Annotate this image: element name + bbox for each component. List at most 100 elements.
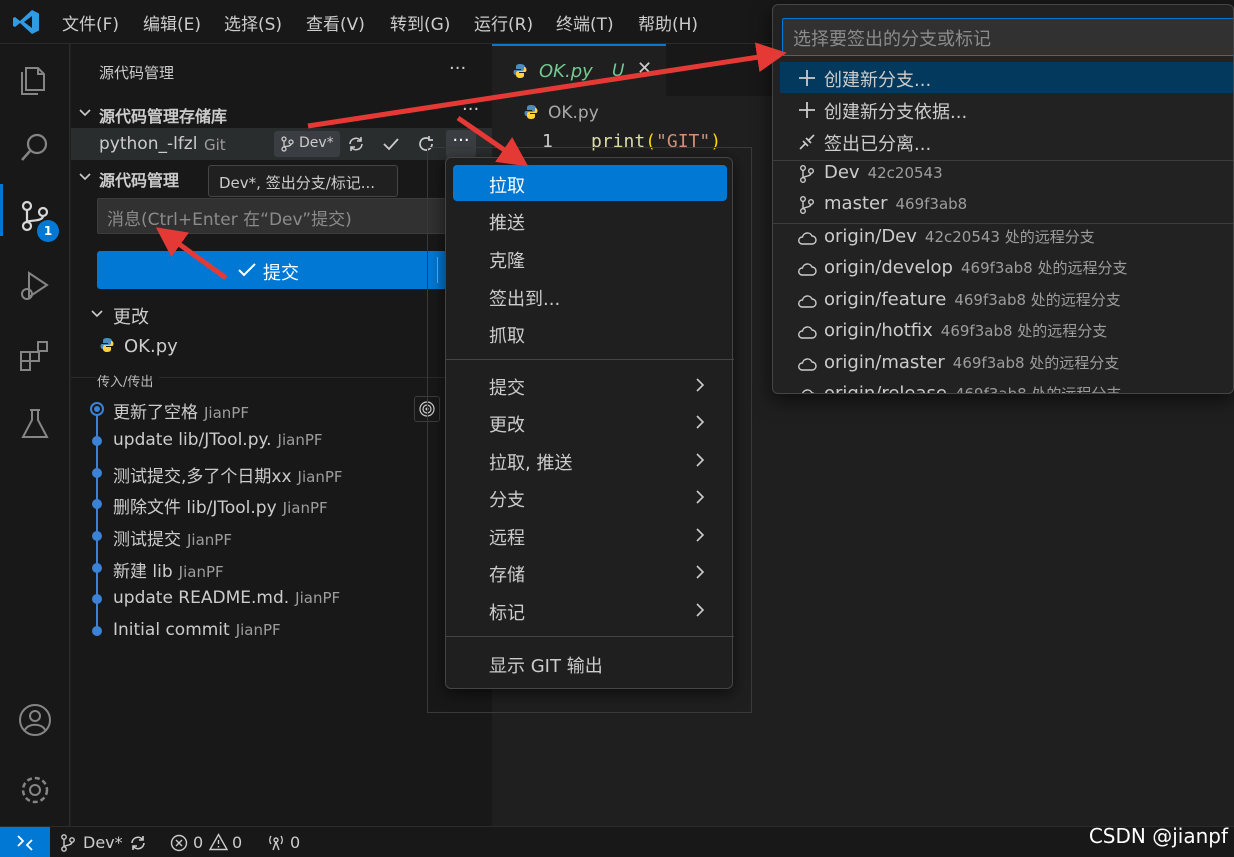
chevron-right-icon	[696, 453, 705, 467]
menu-item-tags[interactable]: 标记	[453, 592, 727, 628]
scm-section-header[interactable]: 源代码管理	[99, 167, 179, 191]
commit-graph-dot	[92, 531, 102, 541]
quick-pick-label: 签出已分离...	[824, 134, 932, 155]
commit-row[interactable]: update lib/JTool.py. JianPF	[113, 430, 323, 450]
commit-graph-dot	[92, 499, 102, 509]
commit-message: 更新了空格	[113, 403, 198, 423]
menu-item-label: 克隆	[489, 251, 525, 272]
sync-icon[interactable]	[347, 135, 365, 153]
commit-row[interactable]: 测试提交 JianPF	[113, 525, 232, 550]
debug-disconnect-icon	[799, 134, 815, 150]
changed-file-ok-py[interactable]: OK.py	[124, 336, 178, 357]
remote-branch-name: origin/develop	[824, 257, 953, 278]
editor-breadcrumb[interactable]: OK.py	[548, 103, 599, 123]
menu-view[interactable]: 查看(V)	[306, 10, 365, 35]
chevron-down-icon[interactable]	[78, 170, 92, 184]
quick-pick-checkout-detached[interactable]: 签出已分离...	[780, 126, 1233, 157]
search-icon[interactable]	[17, 130, 53, 166]
menu-item-show-git-output[interactable]: 显示 GIT 输出	[453, 645, 727, 681]
quick-pick-branch[interactable]: master 469f3ab8	[780, 189, 1233, 220]
menu-item-pull-push[interactable]: 拉取, 推送	[453, 442, 727, 478]
menu-run[interactable]: 运行(R)	[474, 10, 533, 35]
tab-ok-py[interactable]: OK.py U ✕	[492, 44, 666, 96]
quick-pick-input[interactable]: 选择要签出的分支或标记	[782, 18, 1233, 56]
menu-help[interactable]: 帮助(H)	[638, 10, 698, 35]
commit-row[interactable]: Initial commit JianPF	[113, 620, 281, 640]
incoming-outgoing-header[interactable]: 传入/传出	[97, 371, 160, 390]
status-ports[interactable]: 0	[290, 833, 300, 852]
menu-terminal[interactable]: 终端(T)	[556, 10, 614, 35]
commit-row[interactable]: 测试提交,多了个日期xx JianPF	[113, 462, 343, 487]
quick-pick-remote-branch[interactable]: origin/Dev 42c20543 处的远程分支	[780, 222, 1233, 253]
account-icon[interactable]	[17, 702, 53, 738]
commit-message-input[interactable]: 消息(Ctrl+Enter 在“Dev”提交)	[97, 198, 447, 234]
menu-item-label: 推送	[489, 213, 525, 234]
menu-separator	[446, 636, 734, 637]
status-branch[interactable]: Dev*	[83, 833, 123, 852]
explorer-icon[interactable]	[17, 60, 53, 96]
repositories-header[interactable]: 源代码管理存储库	[99, 103, 227, 127]
menu-item-checkout-to[interactable]: 签出到...	[453, 278, 727, 314]
chevron-right-icon	[696, 415, 705, 429]
menu-item-clone[interactable]: 克隆	[453, 240, 727, 276]
menu-item-pull[interactable]: 拉取	[453, 165, 727, 201]
status-bar: Dev* 0 0 0	[0, 826, 1234, 857]
branch-hash: 469f3ab8	[895, 195, 968, 213]
cloud-icon	[802, 389, 815, 393]
cloud-icon	[798, 326, 817, 339]
settings-gear-icon[interactable]	[17, 772, 53, 808]
menu-selection[interactable]: 选择(S)	[224, 10, 282, 35]
repos-more-icon[interactable]: ···	[462, 99, 479, 120]
quick-pick-remote-branch[interactable]: origin/feature 469f3ab8 处的远程分支	[780, 285, 1233, 316]
branch-icon	[281, 136, 294, 152]
quick-pick-remote-branch[interactable]: origin/develop 469f3ab8 处的远程分支	[780, 253, 1233, 284]
commit-row[interactable]: 更新了空格 JianPF	[113, 398, 249, 423]
commit-author: JianPF	[204, 404, 249, 422]
menu-item-label: 远程	[489, 528, 525, 549]
tab-close-icon[interactable]: ✕	[637, 58, 652, 79]
extensions-icon[interactable]	[17, 338, 53, 374]
menu-item-push[interactable]: 推送	[453, 202, 727, 238]
commit-author: JianPF	[277, 431, 323, 449]
remote-indicator-button[interactable]	[0, 827, 50, 857]
commit-message: 删除文件 lib/JTool.py	[113, 498, 277, 518]
menu-edit[interactable]: 编辑(E)	[143, 10, 201, 35]
python-file-icon	[100, 338, 114, 352]
run-debug-icon[interactable]	[17, 268, 53, 304]
branch-name: Dev	[824, 162, 860, 183]
quick-pick-create-branch-from[interactable]: 创建新分支依据...	[780, 94, 1233, 125]
commit-check-icon[interactable]	[382, 135, 400, 153]
chevron-down-icon[interactable]	[78, 106, 92, 120]
commit-author: JianPF	[187, 531, 232, 549]
testing-icon[interactable]	[17, 406, 53, 442]
menu-item-remote[interactable]: 远程	[453, 517, 727, 553]
status-warnings[interactable]: 0	[232, 833, 242, 852]
commit-row[interactable]: 删除文件 lib/JTool.py JianPF	[113, 493, 328, 518]
commit-graph-dot	[92, 563, 102, 573]
menu-item-label: 签出到...	[489, 289, 561, 310]
commit-row[interactable]: update README.md. JianPF	[113, 588, 340, 608]
status-errors[interactable]: 0	[193, 833, 203, 852]
commit-button[interactable]: 提交	[97, 251, 447, 289]
quick-pick-create-branch[interactable]: 创建新分支...	[780, 62, 1233, 93]
quick-pick-remote-branch[interactable]: origin/master 469f3ab8 处的远程分支	[780, 348, 1233, 379]
chevron-down-icon[interactable]	[90, 307, 104, 321]
changes-header[interactable]: 更改	[113, 303, 149, 329]
quick-pick-remote-branch[interactable]: origin/release 469f3ab8 处的远程分支	[780, 379, 1233, 394]
remote-branch-name: origin/release	[824, 383, 947, 394]
commit-graph-dot	[92, 626, 102, 636]
quick-pick-branch[interactable]: Dev 42c20543	[780, 158, 1233, 189]
repo-name: python_-lfzl	[99, 134, 198, 154]
menu-item-branch[interactable]: 分支	[453, 479, 727, 515]
branch-button[interactable]: Dev*	[274, 131, 340, 157]
menu-item-commit[interactable]: 提交	[453, 367, 727, 403]
sync-icon[interactable]	[129, 834, 147, 852]
menu-file[interactable]: 文件(F)	[62, 10, 119, 35]
menu-item-changes[interactable]: 更改	[453, 404, 727, 440]
menu-item-stash[interactable]: 存储	[453, 554, 727, 590]
sidebar-more-icon[interactable]: ···	[449, 58, 466, 79]
menu-go[interactable]: 转到(G)	[390, 10, 450, 35]
quick-pick-remote-branch[interactable]: origin/hotfix 469f3ab8 处的远程分支	[780, 316, 1233, 347]
commit-row[interactable]: 新建 lib JianPF	[113, 557, 224, 582]
menu-item-fetch[interactable]: 抓取	[453, 315, 727, 351]
